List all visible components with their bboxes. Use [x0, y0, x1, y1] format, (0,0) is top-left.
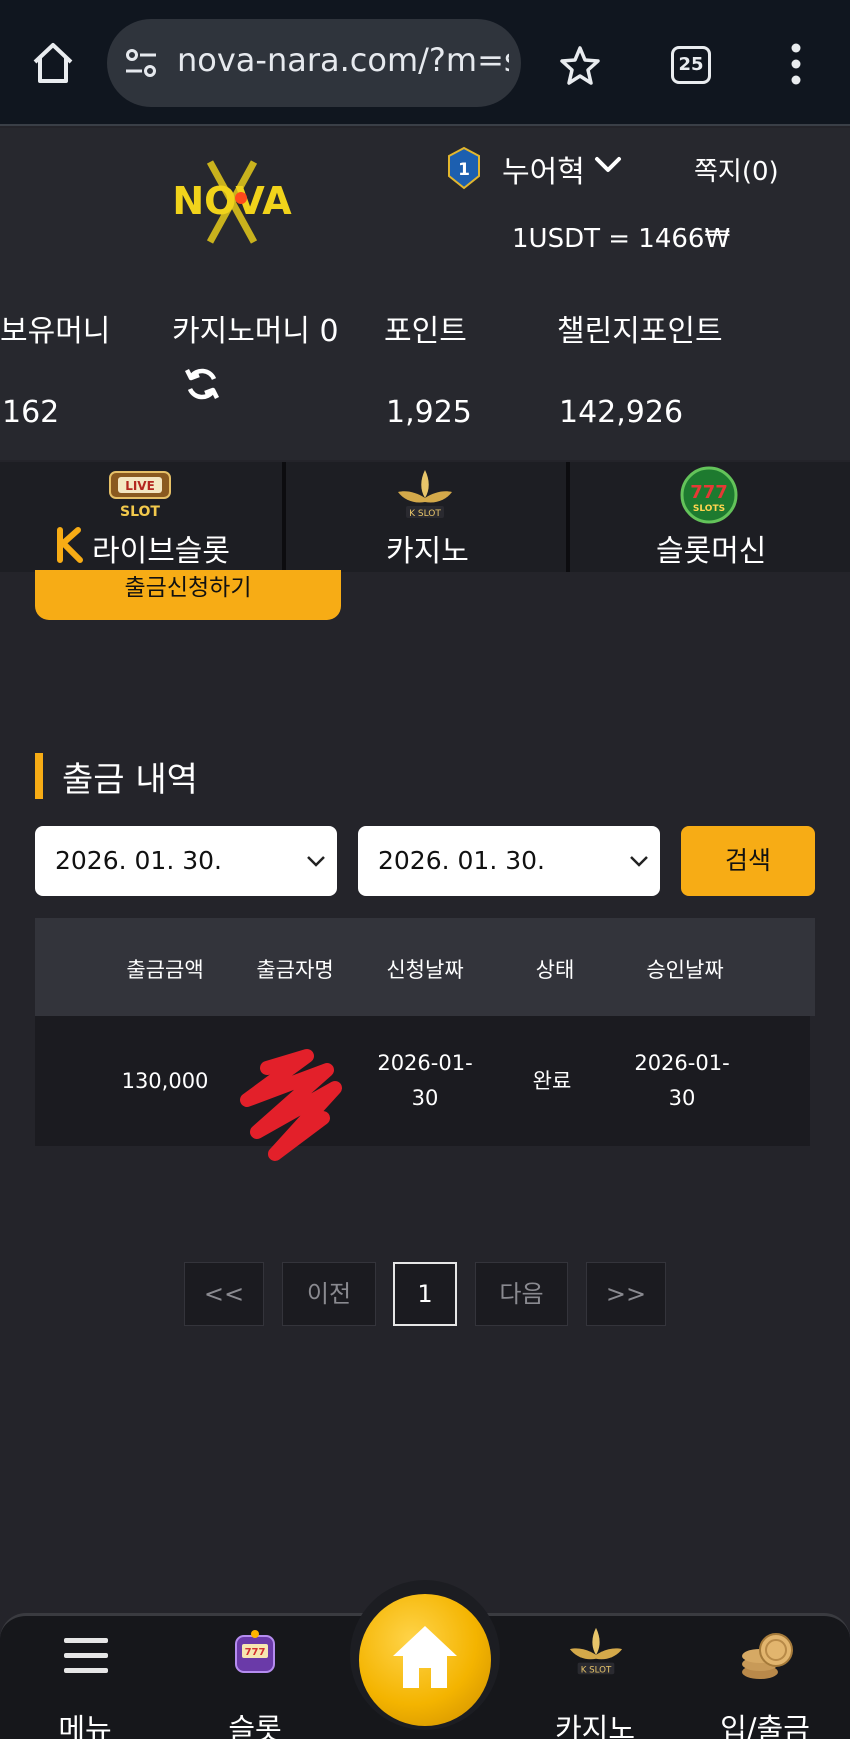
tab-slot-machine[interactable]: 777 SLOTS 슬롯머신 [570, 462, 850, 572]
url-text[interactable]: nova-nara.com/?m=s [177, 41, 509, 79]
more-vert-icon[interactable] [784, 42, 808, 86]
svg-text:SLOTS: SLOTS [693, 504, 725, 514]
level-number: 1 [458, 160, 470, 180]
redaction-scribble [240, 1049, 342, 1161]
777-slots-icon: 777 SLOTS [680, 466, 738, 524]
chevron-down-icon [307, 856, 325, 867]
held-money-value: 162 [2, 395, 60, 430]
svg-text:K SLOT: K SLOT [581, 1665, 612, 1675]
level-badge-icon: 1 [448, 146, 480, 190]
table-header: 출금금액 출금자명 신청날짜 상태 승인날짜 [35, 918, 815, 1016]
exchange-rate: 1USDT = 1466₩ [512, 224, 731, 254]
table-row: 130,000 2026-01- 30 완료 2026-01- 30 [35, 1016, 810, 1161]
col-name: 출금자명 [256, 958, 334, 982]
tab-live-slot-label: 라이브슬롯 [92, 534, 230, 569]
challenge-points-value: 142,926 [559, 395, 684, 430]
category-tabs: LIVE SLOT 라이브슬롯 K SLOT 카지노 777 SLOTS 슬롯머… [0, 462, 850, 572]
slot-machine-icon: 777 [235, 1630, 275, 1673]
nova-logo[interactable]: NOVA [148, 156, 316, 248]
coins-icon [742, 1633, 793, 1679]
col-amount: 출금금액 [126, 958, 204, 982]
cell-request-date-line2: 30 [411, 1086, 439, 1110]
site-settings-icon[interactable] [123, 45, 159, 81]
cell-request-date-line1: 2026-01- [377, 1051, 473, 1075]
cell-request-date: 2026-01- 30 [377, 1046, 472, 1116]
svg-text:777: 777 [690, 482, 728, 503]
home-button[interactable] [359, 1594, 491, 1726]
casino-money-label: 카지노머니 0 [172, 314, 339, 349]
cell-amount: 130,000 [121, 1069, 209, 1093]
nav-menu[interactable]: 메뉴 [30, 1616, 140, 1739]
chevron-down-icon [630, 856, 648, 867]
cell-status: 완료 [532, 1069, 572, 1093]
tab-casino[interactable]: K SLOT 카지노 [286, 462, 566, 572]
k-brand-icon [57, 527, 83, 563]
tab-casino-label: 카지노 [386, 534, 469, 569]
nav-slot[interactable]: 777 슬롯 [200, 1616, 310, 1739]
messages-link[interactable]: 쪽지(0) [694, 151, 779, 188]
username-dropdown[interactable]: 누어혁 [502, 147, 585, 191]
svg-text:K SLOT: K SLOT [409, 509, 441, 519]
tab-slot-machine-label: 슬롯머신 [656, 534, 767, 569]
svg-text:LIVE: LIVE [125, 479, 155, 493]
nav-casino[interactable]: K SLOT 카지노 [540, 1616, 650, 1739]
cell-approve-date-line1: 2026-01- [634, 1051, 730, 1075]
nav-deposit-label: 입/출금 [720, 1712, 810, 1739]
date-from-value: 2026. 01. 30. [55, 846, 222, 875]
cell-approve-date: 2026-01- 30 [634, 1046, 729, 1116]
points-label: 포인트 [384, 314, 467, 349]
date-to-select[interactable]: 2026. 01. 30. [358, 826, 660, 896]
held-money-label: 보유머니 [0, 314, 111, 349]
nav-deposit-withdraw[interactable]: 입/출금 [710, 1616, 830, 1739]
challenge-points-label: 챌린지포인트 [557, 314, 723, 349]
tab-live-slot[interactable]: LIVE SLOT 라이브슬롯 [0, 462, 282, 572]
menu-icon [64, 1638, 108, 1673]
section-accent-bar [35, 753, 43, 799]
browser-toolbar: nova-nara.com/?m=s 25 [0, 0, 850, 126]
home-icon [393, 1626, 457, 1688]
points-value: 1,925 [386, 395, 472, 430]
bookmark-star-icon[interactable] [558, 44, 602, 88]
cell-approve-date-line2: 30 [668, 1086, 696, 1110]
section-title: 출금 내역 [62, 760, 198, 800]
tab-switcher-button[interactable]: 25 [671, 46, 711, 84]
nav-menu-label: 메뉴 [58, 1712, 112, 1739]
k-slot-lotus-icon: K SLOT [398, 470, 452, 519]
page-current-button[interactable]: 1 [393, 1262, 457, 1326]
page-next-button[interactable]: 다음 [475, 1262, 568, 1326]
k-slot-lotus-icon: K SLOT [569, 1627, 623, 1675]
date-from-select[interactable]: 2026. 01. 30. [35, 826, 337, 896]
nav-casino-label: 카지노 [554, 1712, 636, 1739]
col-request-date: 신청날짜 [386, 958, 464, 982]
page-first-button[interactable]: << [184, 1262, 264, 1326]
page-last-button[interactable]: >> [586, 1262, 666, 1326]
svg-text:777: 777 [245, 1647, 266, 1658]
withdraw-request-button[interactable]: 출금신청하기 [35, 570, 341, 620]
date-to-value: 2026. 01. 30. [378, 846, 545, 875]
live-slot-icon: LIVE SLOT [109, 471, 171, 520]
page-prev-button[interactable]: 이전 [282, 1262, 376, 1326]
logo-text: NOVA [172, 179, 292, 223]
address-bar[interactable]: nova-nara.com/?m=s [107, 19, 521, 107]
nav-slot-label: 슬롯 [228, 1712, 282, 1739]
search-button[interactable]: 검색 [681, 826, 815, 896]
chevron-down-icon[interactable] [594, 154, 622, 176]
home-icon[interactable] [30, 40, 76, 86]
col-status: 상태 [535, 958, 575, 982]
refresh-icon[interactable] [183, 365, 221, 403]
svg-text:SLOT: SLOT [120, 504, 160, 520]
col-approve-date: 승인날짜 [646, 958, 724, 982]
